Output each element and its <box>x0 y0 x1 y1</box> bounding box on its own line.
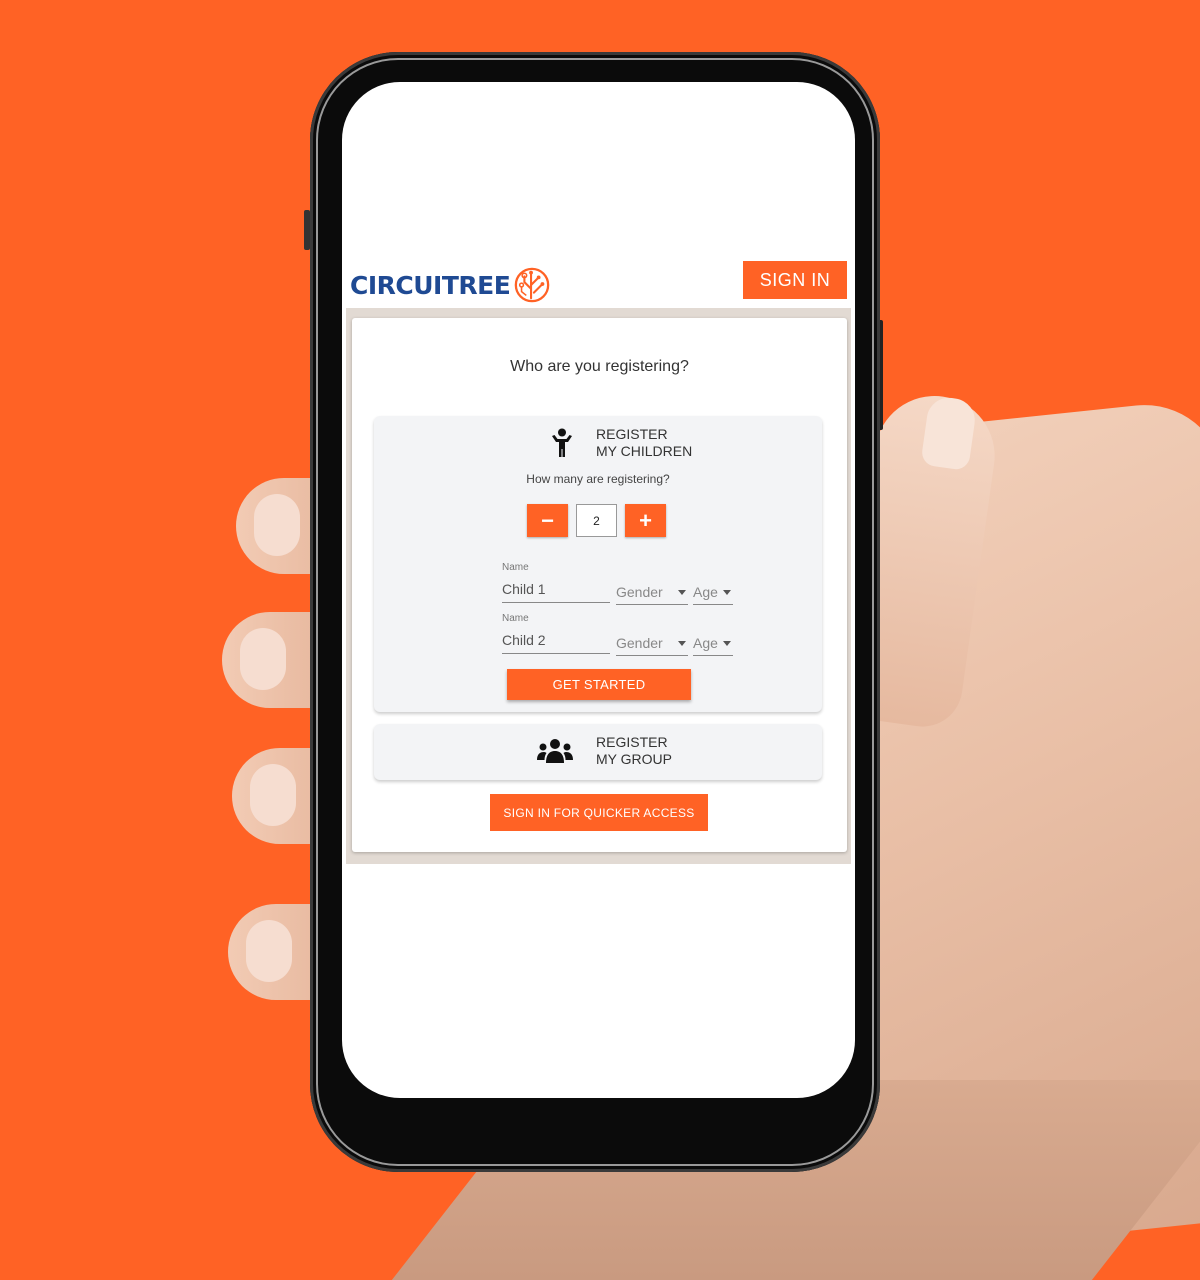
register-group-header[interactable]: REGISTER MY GROUP <box>536 734 672 768</box>
gender-select[interactable]: Gender <box>616 631 688 656</box>
register-children-label: REGISTER MY CHILDREN <box>596 426 692 460</box>
finger-nail <box>240 628 286 690</box>
get-started-button[interactable]: GET STARTED <box>507 669 691 700</box>
finger-nail <box>250 764 296 826</box>
title-line-1: REGISTER <box>596 734 668 750</box>
register-children-header[interactable]: REGISTER MY CHILDREN <box>550 426 692 460</box>
phone-screen: CIRCUITREE SIGN IN Who are you registeri… <box>342 82 855 1098</box>
age-select[interactable]: Age <box>693 631 733 656</box>
title-line-2: MY CHILDREN <box>596 443 693 459</box>
age-placeholder: Age <box>693 584 718 600</box>
name-label: Name <box>502 562 529 573</box>
circuit-tree-icon <box>515 267 550 303</box>
gender-placeholder: Gender <box>616 635 663 651</box>
child-row: Name Gender Age <box>502 562 742 610</box>
logo-text: CIRCUITREE <box>350 270 511 300</box>
register-group-label: REGISTER MY GROUP <box>596 734 672 768</box>
finger-nail <box>254 494 300 556</box>
children-count-stepper: − + <box>527 504 666 537</box>
caret-down-icon <box>678 589 686 595</box>
gender-select[interactable]: Gender <box>616 580 688 605</box>
logo[interactable]: CIRCUITREE <box>350 266 551 304</box>
count-prompt: How many are registering? <box>526 472 670 486</box>
app-header: CIRCUITREE SIGN IN <box>342 260 855 308</box>
caret-down-icon <box>723 589 731 595</box>
register-group-panel[interactable]: REGISTER MY GROUP <box>374 724 822 780</box>
registration-card: Who are you registering? REGISTER MY CHI… <box>352 318 847 852</box>
sign-in-quicker-access-button[interactable]: SIGN IN FOR QUICKER ACCESS <box>490 794 708 831</box>
child-row: Name Gender Age <box>502 613 742 661</box>
child-name-input[interactable] <box>502 576 610 603</box>
name-label: Name <box>502 613 529 624</box>
child-icon <box>552 428 572 457</box>
title-line-2: MY GROUP <box>596 751 672 767</box>
register-children-panel[interactable]: REGISTER MY CHILDREN How many are regist… <box>374 416 822 712</box>
caret-down-icon <box>723 640 731 646</box>
page-question: Who are you registering? <box>510 358 689 375</box>
sign-in-button[interactable]: SIGN IN <box>743 261 847 299</box>
children-count-input[interactable] <box>576 504 617 537</box>
gender-placeholder: Gender <box>616 584 663 600</box>
group-icon <box>537 739 573 763</box>
caret-down-icon <box>678 640 686 646</box>
title-line-1: REGISTER <box>596 426 668 442</box>
age-placeholder: Age <box>693 635 718 651</box>
decrement-button[interactable]: − <box>527 504 568 537</box>
age-select[interactable]: Age <box>693 580 733 605</box>
finger-nail <box>246 920 292 982</box>
child-name-input[interactable] <box>502 627 610 654</box>
increment-button[interactable]: + <box>625 504 666 537</box>
